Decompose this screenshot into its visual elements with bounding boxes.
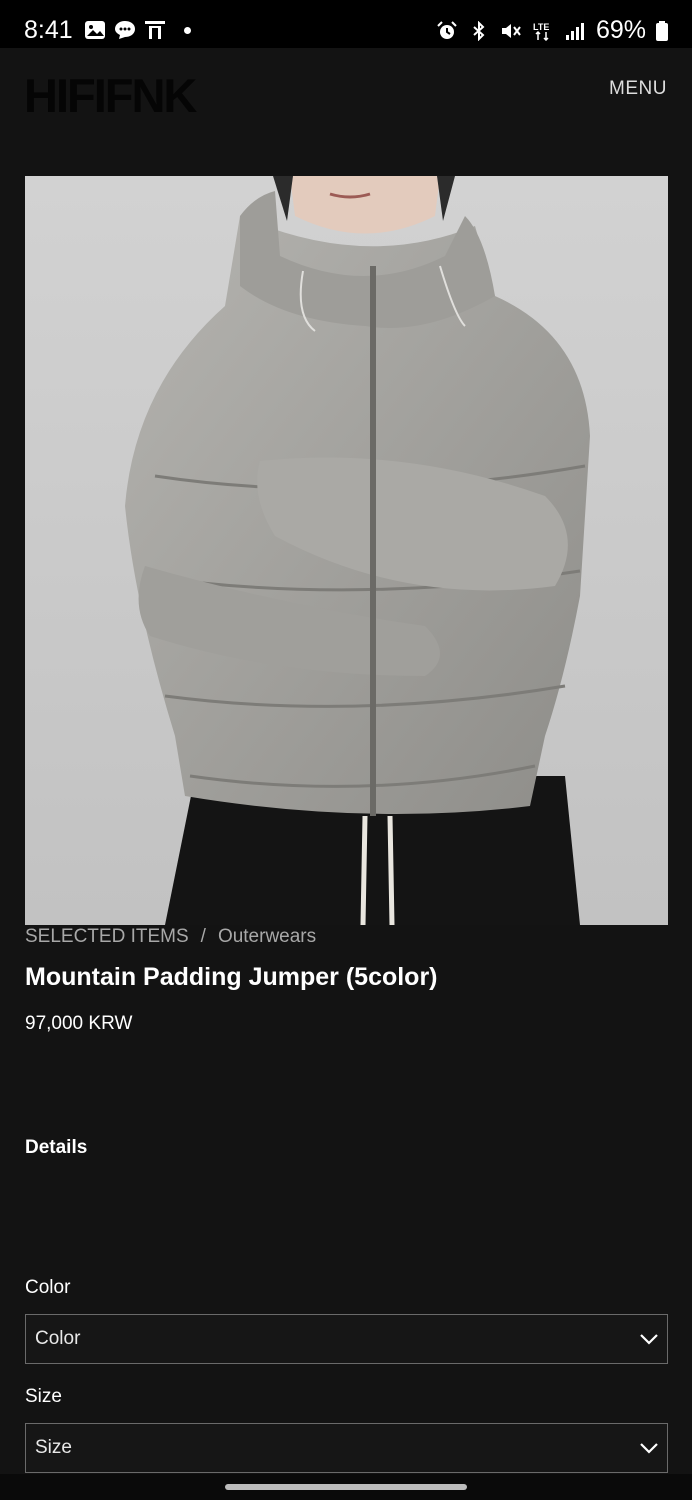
- chevron-down-icon: [640, 1443, 658, 1454]
- battery-percent: 69%: [595, 16, 646, 44]
- details-heading[interactable]: Details: [25, 1137, 87, 1159]
- status-time: 8:41: [24, 16, 73, 44]
- signal-icon: [565, 22, 584, 40]
- bluetooth-icon: [473, 20, 485, 41]
- alarm-icon: [437, 20, 457, 39]
- home-gesture-pill[interactable]: [225, 1484, 467, 1490]
- t-app-icon: [145, 21, 165, 39]
- dot-icon: [184, 26, 191, 34]
- product-photo: [25, 176, 668, 925]
- color-select-value: Color: [35, 1328, 81, 1349]
- svg-text:LTE: LTE: [533, 22, 549, 32]
- chat-icon: [115, 21, 135, 39]
- breadcrumb-outerwears[interactable]: Outerwears: [218, 926, 316, 948]
- chevron-down-icon: [640, 1334, 658, 1345]
- status-bar: 8:41 LTE 69%: [0, 0, 692, 48]
- breadcrumb: SELECTED ITEMS / Outerwears: [25, 926, 316, 948]
- battery-icon: [656, 20, 668, 41]
- gallery-icon: [85, 21, 105, 39]
- notification-icons: [84, 20, 191, 40]
- size-select-value: Size: [35, 1437, 72, 1458]
- lte-icon: LTE: [533, 22, 549, 41]
- product-price: 97,000 KRW: [25, 1013, 133, 1034]
- product-title: Mountain Padding Jumper (5color): [25, 963, 438, 991]
- menu-button[interactable]: MENU: [609, 78, 667, 100]
- product-image[interactable]: [25, 176, 668, 925]
- mute-icon: [501, 23, 521, 38]
- site-header: HIFIFNK MENU: [0, 48, 692, 138]
- color-label: Color: [25, 1277, 71, 1298]
- breadcrumb-selected-items[interactable]: SELECTED ITEMS: [25, 926, 189, 948]
- size-select[interactable]: Size: [25, 1423, 668, 1473]
- color-select[interactable]: Color: [25, 1314, 668, 1364]
- size-label: Size: [25, 1386, 62, 1407]
- brand-logo[interactable]: HIFIFNK: [24, 72, 197, 119]
- breadcrumb-separator: /: [200, 926, 206, 947]
- status-right: LTE 69%: [436, 16, 668, 45]
